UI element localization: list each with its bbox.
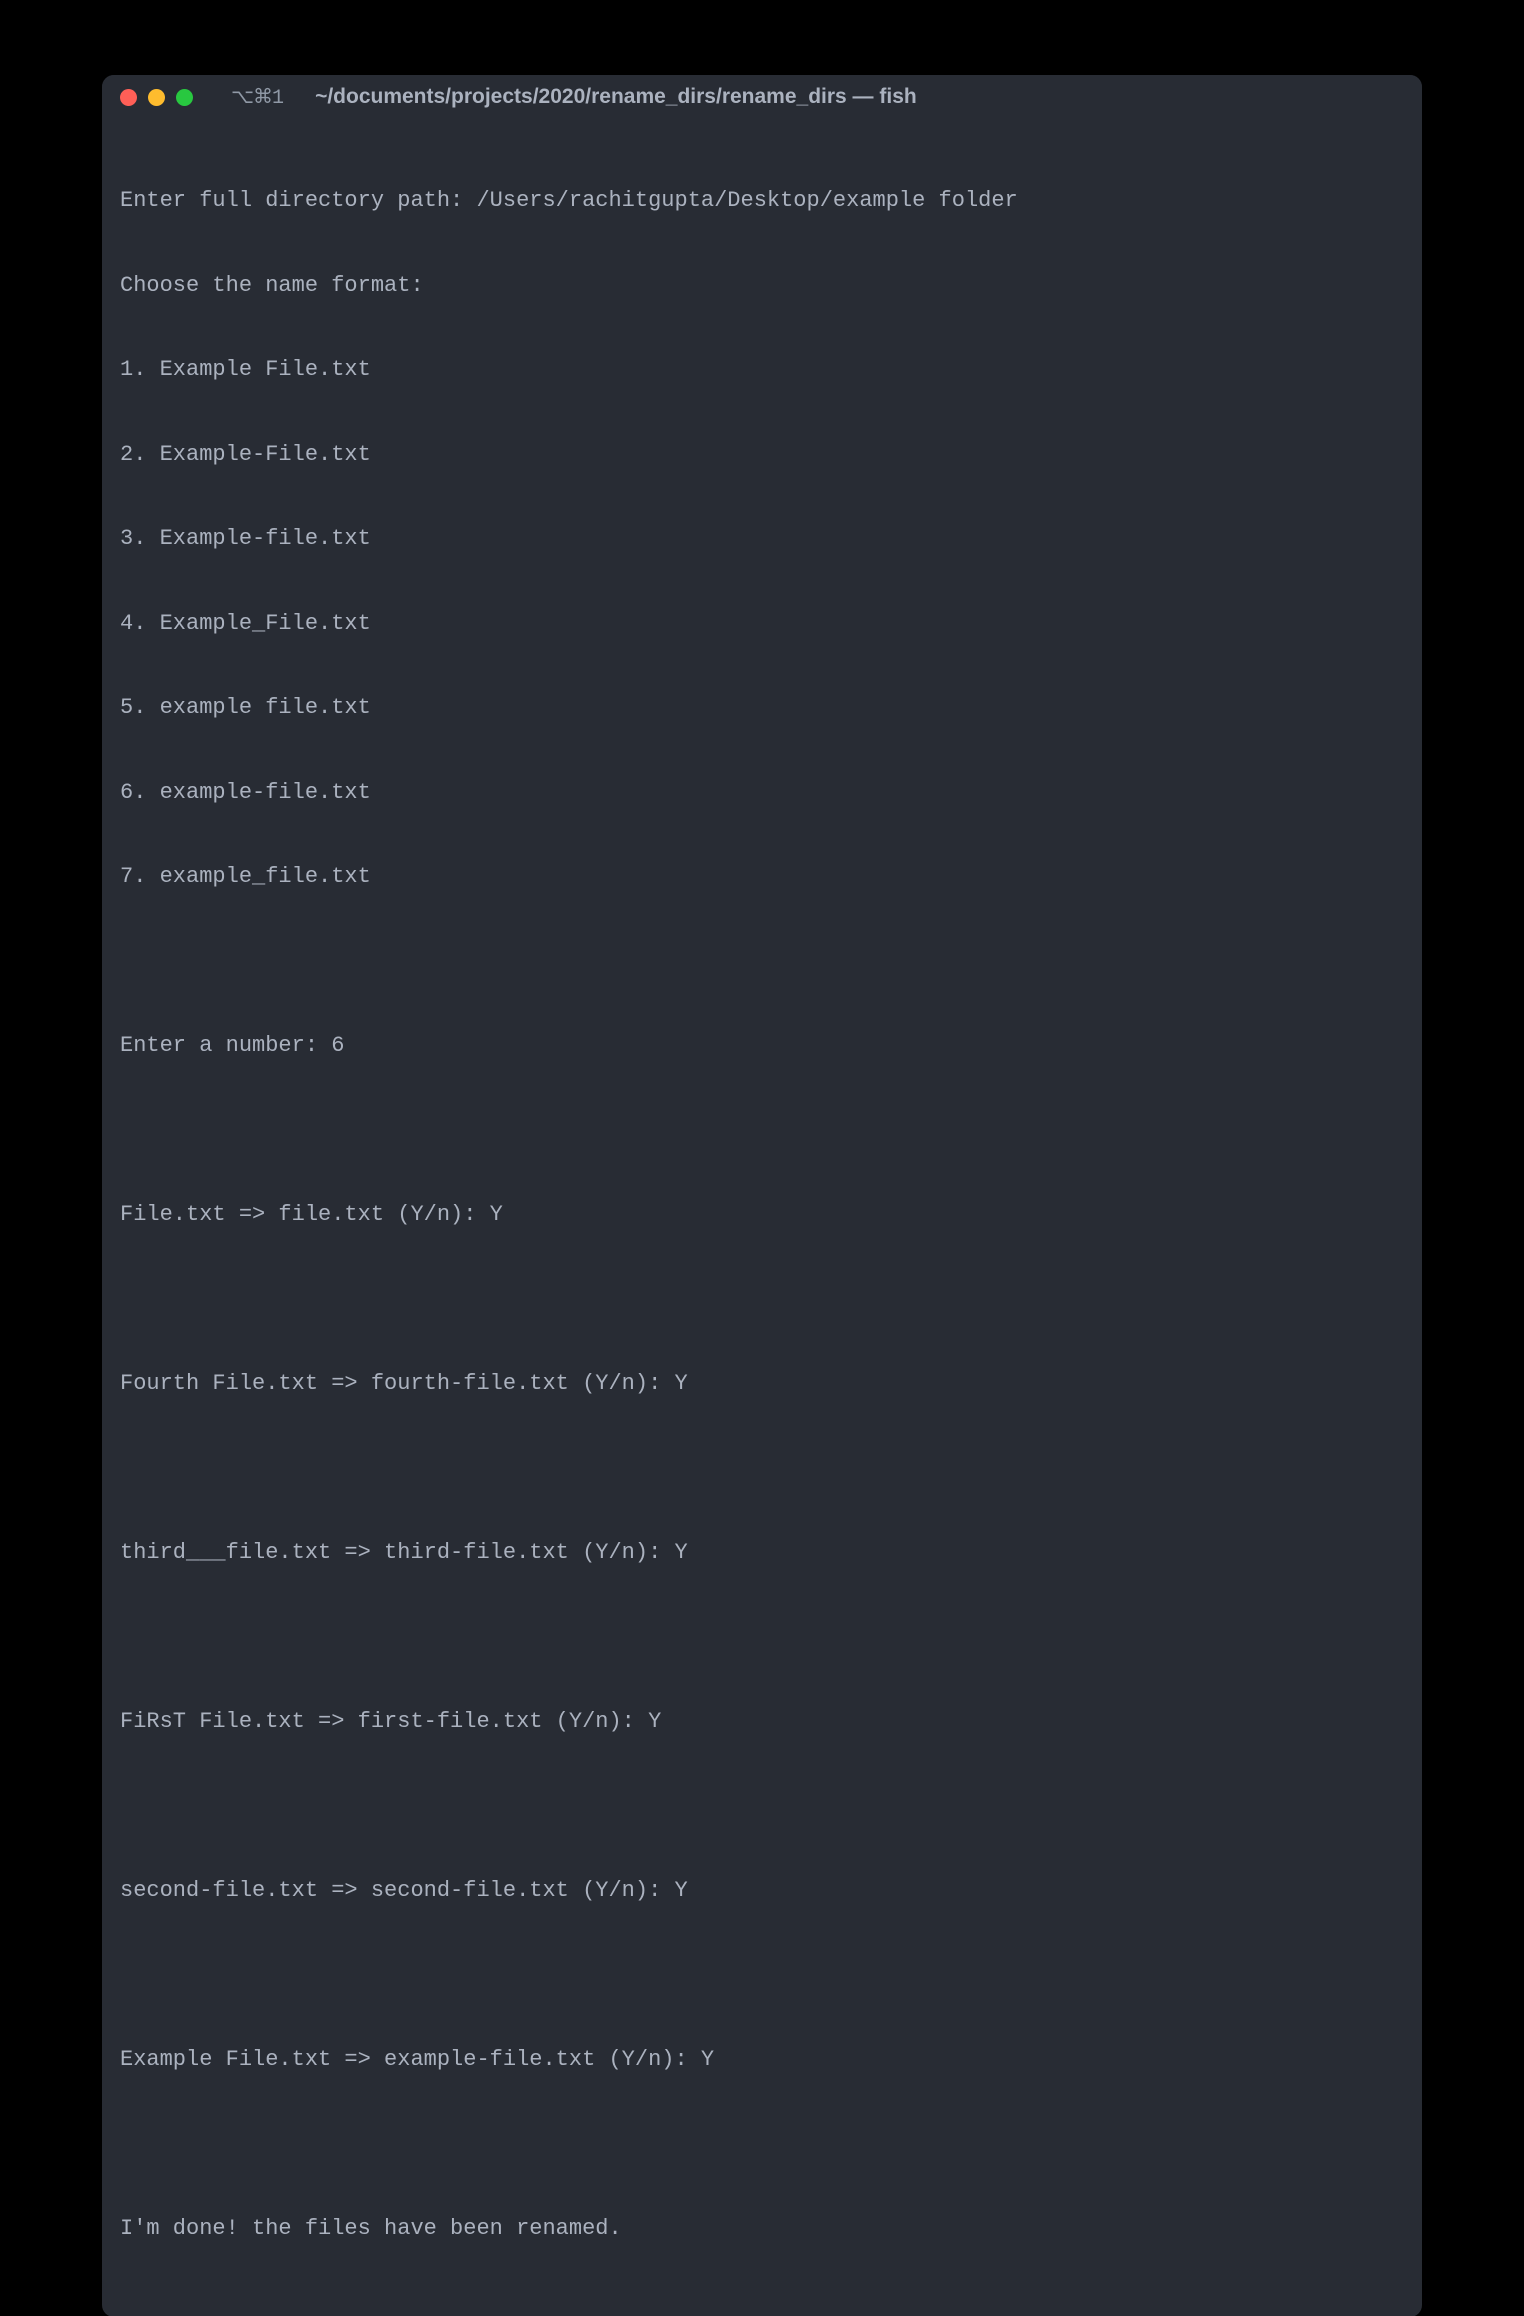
output-line [120,1454,1404,1482]
output-line [120,2130,1404,2158]
shortcut-label: ⌥⌘1 [231,84,283,110]
maximize-icon[interactable] [176,89,193,106]
minimize-icon[interactable] [148,89,165,106]
output-line: I'm done! the files have been renamed. [120,2215,1404,2243]
output-line: FiRsT File.txt => first-file.txt (Y/n): … [120,1708,1404,1736]
close-icon[interactable] [120,89,137,106]
output-line: Enter a number: 6 [120,1032,1404,1060]
output-line: Fourth File.txt => fourth-file.txt (Y/n)… [120,1370,1404,1398]
terminal-output[interactable]: Enter full directory path: /Users/rachit… [102,119,1422,2316]
output-line [120,1116,1404,1144]
output-line [120,1961,1404,1989]
output-line [120,1623,1404,1651]
terminal-window: ⌥⌘1 ~/documents/projects/2020/rename_dir… [102,75,1422,2316]
output-line: 2. Example-File.txt [120,441,1404,469]
traffic-lights [120,89,193,106]
titlebar[interactable]: ⌥⌘1 ~/documents/projects/2020/rename_dir… [102,75,1422,119]
output-line: 7. example_file.txt [120,863,1404,891]
window-title: ~/documents/projects/2020/rename_dirs/re… [315,85,917,109]
output-line [120,948,1404,976]
output-line: 1. Example File.txt [120,356,1404,384]
output-line: 6. example-file.txt [120,779,1404,807]
output-line [120,1792,1404,1820]
output-line: Enter full directory path: /Users/rachit… [120,187,1404,215]
output-line: second-file.txt => second-file.txt (Y/n)… [120,1877,1404,1905]
output-line: third___file.txt => third-file.txt (Y/n)… [120,1539,1404,1567]
output-line: 4. Example_File.txt [120,610,1404,638]
output-line [120,1285,1404,1313]
output-line: 3. Example-file.txt [120,525,1404,553]
output-line: Example File.txt => example-file.txt (Y/… [120,2046,1404,2074]
output-line: Choose the name format: [120,272,1404,300]
output-line: File.txt => file.txt (Y/n): Y [120,1201,1404,1229]
output-line: 5. example file.txt [120,694,1404,722]
